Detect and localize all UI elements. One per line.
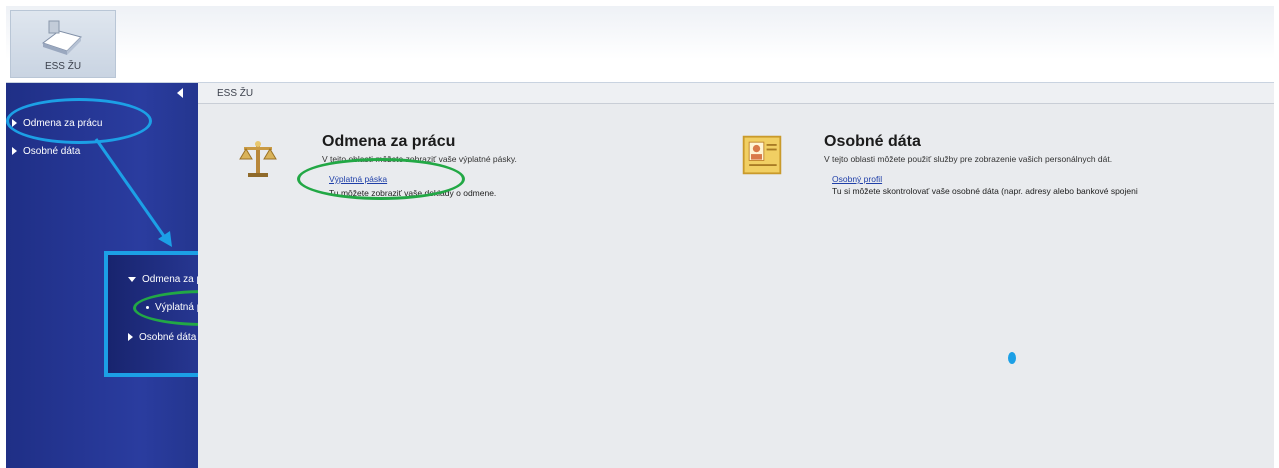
section-title-osobne: Osobné dáta — [824, 133, 921, 150]
callout-item-osobne[interactable]: Osobné dáta — [128, 330, 196, 344]
chevron-down-icon — [128, 276, 136, 282]
link-osobny-profil[interactable]: Osobný profil — [832, 174, 882, 184]
scales-icon — [236, 137, 280, 181]
app-tile-label: ESS ŽU — [44, 61, 82, 72]
chevron-right-icon — [12, 147, 17, 155]
chevron-right-icon — [128, 333, 133, 341]
sidebar-item-label: Osobné dáta — [23, 145, 81, 157]
collapse-arrow-icon[interactable] — [177, 88, 183, 98]
breadcrumb-bar — [198, 83, 1274, 104]
app-tile-icon — [41, 20, 82, 55]
section-title-odmena: Odmena za prácu — [322, 133, 456, 150]
section-desc-osobne: V tejto oblasti môžete použiť služby pre… — [824, 154, 1113, 164]
sidebar-item-osobne[interactable]: Osobné dáta — [12, 144, 80, 158]
pointer-arrow — [94, 138, 172, 247]
breadcrumb: ESS ŽU — [217, 88, 254, 99]
loading-indicator — [1008, 352, 1016, 364]
highlight-ellipse-green — [297, 158, 465, 200]
section-note-osobne: Tu si môžete skontrolovať vaše osobné dá… — [832, 186, 1138, 196]
callout-item-label: Osobné dáta — [139, 331, 197, 343]
app-tile-ess[interactable]: ESS ŽU — [10, 10, 116, 78]
top-header — [6, 6, 1274, 83]
id-card-icon — [740, 133, 784, 177]
